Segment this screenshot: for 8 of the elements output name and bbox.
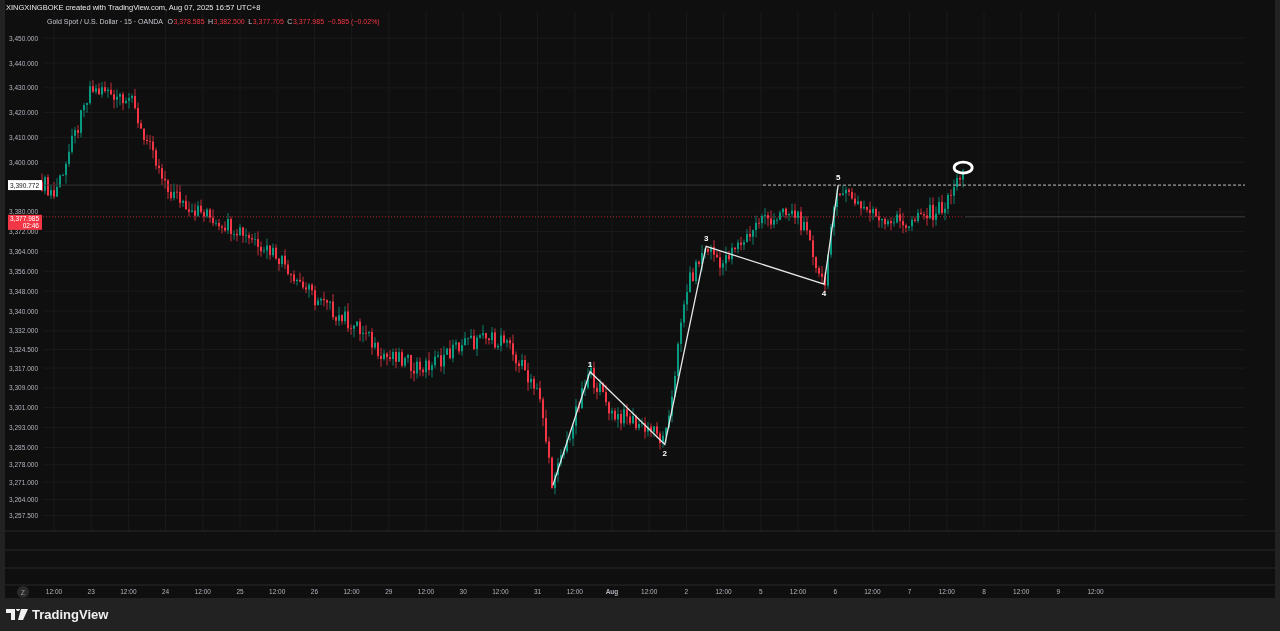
logo-icon [6, 609, 28, 620]
wave-label: 1 [587, 359, 593, 369]
circle-mark [952, 160, 974, 175]
wave-label: 3 [703, 234, 709, 244]
brand-name[interactable]: TradingView [32, 604, 109, 625]
wave-label: 2 [662, 449, 668, 459]
wave-label: 4 [821, 289, 827, 299]
wave-label: 5 [835, 173, 841, 183]
